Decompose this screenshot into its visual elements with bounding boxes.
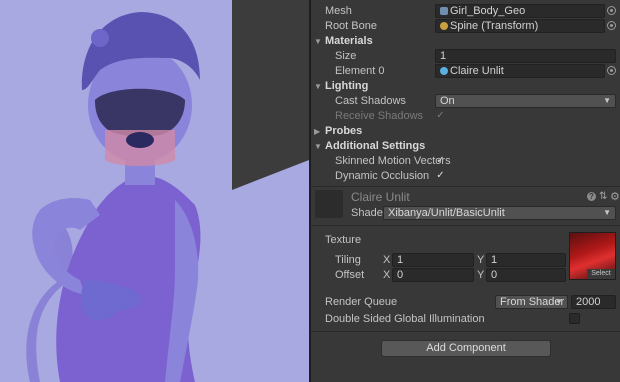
foldout-closed-icon: ▶ <box>314 127 321 136</box>
mesh-field[interactable]: Girl_Body_Geo <box>435 4 605 18</box>
divider <box>311 186 620 187</box>
divider <box>311 225 620 226</box>
cast-shadows-label: Cast Shadows <box>335 95 406 107</box>
offset-x-label: X <box>383 269 391 281</box>
offset-y-label: Y <box>477 269 485 281</box>
shader-row: Shader Xibanya/Unlit/BasicUnlit ▼ <box>311 206 620 221</box>
chevron-down-icon: ▼ <box>603 96 611 105</box>
root-bone-picker-icon[interactable] <box>607 21 616 30</box>
mesh-picker-icon[interactable] <box>607 6 616 15</box>
motion-vectors-label: Skinned Motion Vectors <box>335 155 451 167</box>
tiling-row: Tiling X 1 Y 1 <box>311 253 620 268</box>
lighting-header: Lighting <box>325 80 369 92</box>
foldout-open-icon: ▼ <box>314 142 322 151</box>
offset-y-input[interactable]: 0 <box>486 268 566 282</box>
render-queue-row: Render Queue From Shader ▼ 2000 <box>311 295 620 310</box>
tiling-label: Tiling <box>335 254 361 266</box>
element0-picker-icon[interactable] <box>607 66 616 75</box>
root-bone-row: Root Bone Spine (Transform) <box>311 19 620 34</box>
materials-foldout[interactable]: ▼ Materials <box>311 34 620 49</box>
receive-shadows-row: Receive Shadows ✓ <box>311 109 620 124</box>
root-bone-label: Root Bone <box>325 20 377 32</box>
element0-label: Element 0 <box>335 65 385 77</box>
gear-icon[interactable]: ⚙ <box>610 190 620 203</box>
root-bone-field[interactable]: Spine (Transform) <box>435 19 605 33</box>
double-sided-checkbox[interactable] <box>569 313 580 324</box>
scene-view[interactable] <box>0 0 309 382</box>
motion-vectors-row: Skinned Motion Vectors ✓ <box>311 154 620 169</box>
mesh-label: Mesh <box>325 5 352 17</box>
receive-shadows-checkbox: ✓ <box>436 110 445 121</box>
tiling-y-input[interactable]: 1 <box>486 253 566 267</box>
receive-shadows-label: Receive Shadows <box>335 110 424 122</box>
render-queue-label: Render Queue <box>325 296 398 308</box>
scene-render <box>0 0 309 382</box>
tiling-y-label: Y <box>477 254 485 266</box>
tiling-x-input[interactable]: 1 <box>392 253 474 267</box>
material-icon <box>440 67 448 75</box>
materials-size-row: Size 1 <box>311 49 620 64</box>
shader-value: Xibanya/Unlit/BasicUnlit <box>388 207 505 219</box>
mesh-icon <box>440 7 448 15</box>
size-input[interactable]: 1 <box>435 49 616 63</box>
help-icon[interactable]: ? <box>587 192 596 201</box>
cast-shadows-dropdown[interactable]: On ▼ <box>435 94 616 108</box>
chevron-down-icon: ▼ <box>555 297 563 306</box>
cast-shadows-row: Cast Shadows On ▼ <box>311 94 620 109</box>
add-component-button[interactable]: Add Component <box>381 340 551 357</box>
offset-x-input[interactable]: 0 <box>392 268 474 282</box>
material-header-row: Claire Unlit ? ⇅ ⚙ <box>311 190 620 205</box>
root-bone-value: Spine (Transform) <box>450 20 539 32</box>
double-sided-row: Double Sided Global Illumination <box>311 312 620 327</box>
inspector-panel: Mesh Girl_Body_Geo Root Bone Spine (Tran… <box>311 0 620 382</box>
double-sided-label: Double Sided Global Illumination <box>325 313 485 325</box>
texture-label: Texture <box>325 234 362 246</box>
additional-settings-foldout[interactable]: ▼ Additional Settings <box>311 139 620 154</box>
element0-value: Claire Unlit <box>450 65 504 77</box>
element0-row: Element 0 Claire Unlit <box>311 64 620 79</box>
tiling-x-label: X <box>383 254 391 266</box>
foldout-open-icon: ▼ <box>314 37 322 46</box>
preset-icon[interactable]: ⇅ <box>599 191 607 202</box>
mesh-value: Girl_Body_Geo <box>450 5 526 17</box>
material-name: Claire Unlit <box>351 190 410 204</box>
cast-shadows-value: On <box>440 95 455 107</box>
transform-icon <box>440 22 448 30</box>
shader-label: Shader <box>351 207 387 219</box>
dynamic-occlusion-label: Dynamic Occlusion <box>335 170 430 182</box>
element0-field[interactable]: Claire Unlit <box>435 64 605 78</box>
materials-header: Materials <box>325 35 373 47</box>
divider <box>311 331 620 332</box>
additional-settings-header: Additional Settings <box>325 140 426 152</box>
size-label: Size <box>335 50 357 62</box>
render-queue-dropdown[interactable]: From Shader ▼ <box>495 295 568 309</box>
dynamic-occlusion-row: Dynamic Occlusion ✓ <box>311 169 620 184</box>
foldout-open-icon: ▼ <box>314 82 322 91</box>
mesh-row: Mesh Girl_Body_Geo <box>311 4 620 19</box>
offset-label: Offset <box>335 269 365 281</box>
motion-vectors-checkbox[interactable]: ✓ <box>435 155 446 166</box>
dynamic-occlusion-checkbox[interactable]: ✓ <box>435 170 446 181</box>
render-queue-input[interactable]: 2000 <box>571 295 616 309</box>
shader-dropdown[interactable]: Xibanya/Unlit/BasicUnlit ▼ <box>383 206 616 220</box>
offset-row: Offset X 0 Y 0 <box>311 268 620 283</box>
probes-foldout[interactable]: ▶ Probes <box>311 124 620 139</box>
chevron-down-icon: ▼ <box>603 208 611 217</box>
probes-header: Probes <box>325 125 363 137</box>
wall-panel <box>232 0 309 190</box>
lighting-foldout[interactable]: ▼ Lighting <box>311 79 620 94</box>
